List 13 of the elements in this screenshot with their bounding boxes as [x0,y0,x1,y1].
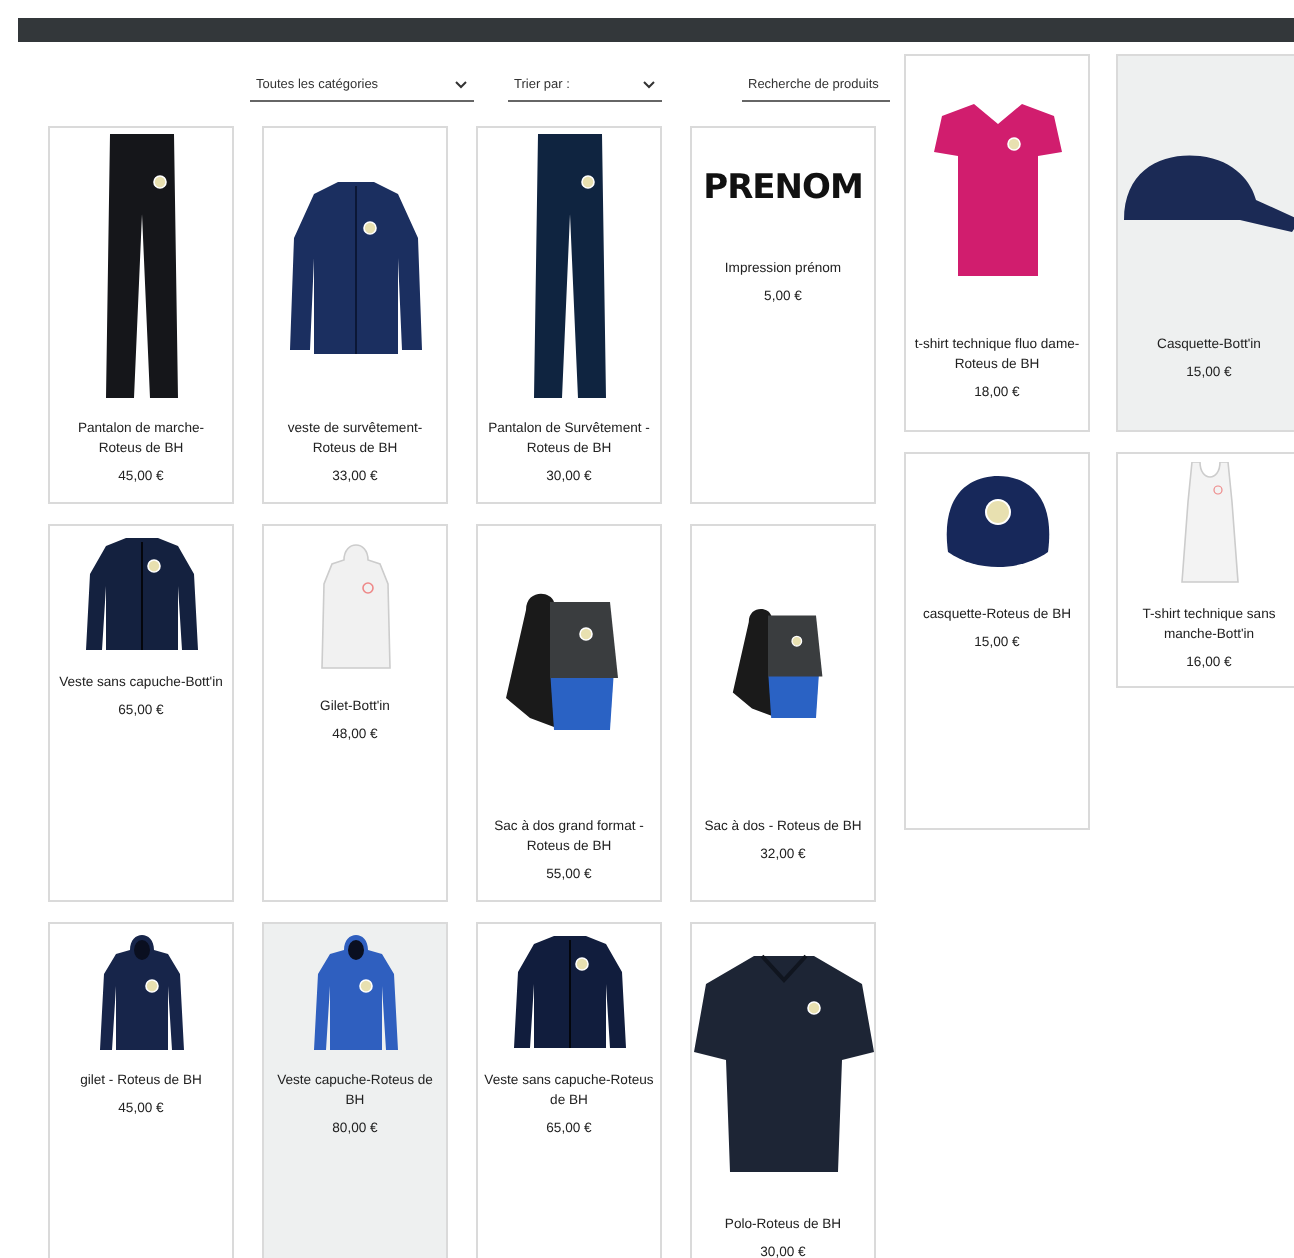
chevron-down-icon [642,80,656,90]
hooded-jacket-icon [95,930,187,1054]
trousers-icon [101,134,181,402]
tank-top-icon [1179,462,1239,586]
t-shirt-icon [933,100,1061,280]
hooded-jacket-icon [309,930,401,1054]
jacket-icon [285,178,425,358]
hoodie-icon [319,540,391,672]
trousers-icon [529,134,609,402]
chevron-down-icon [454,80,468,90]
jacket-icon [85,534,197,654]
name-print-graphic: PRENOM [703,168,863,208]
jacket-icon [513,932,625,1052]
